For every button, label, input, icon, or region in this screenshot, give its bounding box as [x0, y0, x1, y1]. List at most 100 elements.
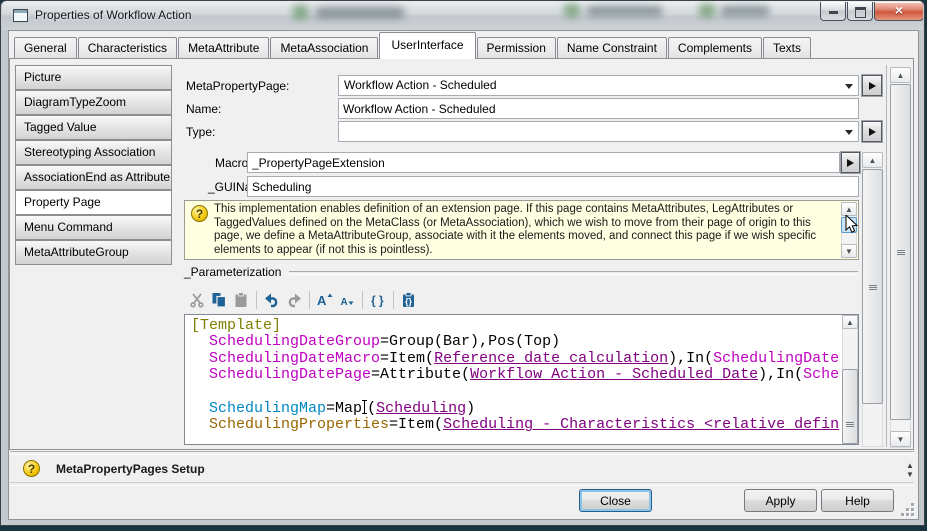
help-status-icon: ?	[23, 460, 40, 477]
desktop-glimpse	[699, 4, 715, 17]
play-icon	[869, 128, 876, 136]
sidebar-item-associationend-as-attribute[interactable]: AssociationEnd as Attribute	[15, 165, 172, 190]
sidebar-item-metaattributegroup[interactable]: MetaAttributeGroup	[15, 240, 172, 265]
pane-scrollbar-thumb[interactable]	[862, 169, 883, 404]
triangle-down-icon: ▼	[842, 245, 856, 259]
code-editor[interactable]: [Template] SchedulingDateGroup=Group(Bar…	[184, 314, 859, 445]
tab-permission[interactable]: Permission	[477, 37, 556, 59]
type-combo[interactable]	[338, 121, 859, 142]
font-decrease-icon[interactable]: A	[336, 289, 358, 311]
tab-complements[interactable]: Complements	[668, 37, 762, 59]
tab-name-constraint[interactable]: Name Constraint	[557, 37, 667, 59]
desktop-glimpse	[293, 5, 308, 19]
macro-detail-button[interactable]	[841, 152, 860, 173]
sidebar-item-stereotyping-association[interactable]: Stereotyping Association	[15, 140, 172, 165]
code-toolbar: AA { } {}	[186, 288, 420, 312]
metapropertypage-label: MetaPropertyPage:	[186, 79, 289, 93]
code-text: (	[367, 400, 376, 417]
code-text: ),In(	[668, 350, 713, 367]
close-button[interactable]: Close	[579, 489, 652, 512]
footer-divider	[10, 482, 914, 486]
triangle-up-icon: ▲	[843, 316, 857, 330]
code-link[interactable]: Reference date calculation	[434, 350, 668, 367]
status-scroll-down[interactable]: ▼	[905, 471, 915, 479]
code-text: =Map	[326, 400, 362, 417]
info-scroll-down-button[interactable]: ▼	[841, 244, 857, 258]
metapropertypage-detail-button[interactable]	[862, 75, 882, 96]
sidebar-item-tagged-value[interactable]: Tagged Value	[15, 115, 172, 140]
page-scroll-down-button[interactable]: ▼	[890, 431, 911, 447]
name-input[interactable]	[338, 98, 859, 119]
sidebar-item-diagramtypezoom[interactable]: DiagramTypeZoom	[15, 90, 172, 115]
code-link[interactable]: Scheduling	[376, 400, 466, 417]
pane-scroll-up-button[interactable]: ▲	[862, 152, 883, 168]
tab-general[interactable]: General	[14, 37, 77, 59]
tab-userinterface[interactable]: UserInterface	[379, 32, 475, 59]
code-link[interactable]: Scheduling - Characteristics <relative d…	[443, 416, 839, 433]
svg-text:{}: {}	[405, 297, 413, 307]
code-text	[191, 366, 209, 383]
maximize-button[interactable]	[847, 2, 873, 21]
page-scrollbar-thumb[interactable]	[890, 84, 911, 420]
properties-dialog: Properties of Workflow Action × GeneralC…	[0, 0, 925, 526]
sidebar-item-picture[interactable]: Picture	[15, 65, 172, 90]
desktop-glimpse	[587, 6, 662, 16]
apply-button[interactable]: Apply	[744, 489, 817, 512]
sidebar-item-menu-command[interactable]: Menu Command	[15, 215, 172, 240]
minimize-button[interactable]	[820, 2, 846, 21]
tab-metaattribute[interactable]: MetaAttribute	[178, 37, 269, 59]
code-text: [Template]	[191, 318, 281, 334]
info-scroll-up-button[interactable]: ▲	[841, 202, 857, 216]
toolbar-separator	[256, 291, 257, 309]
title-bar[interactable]: Properties of Workflow Action ×	[2, 1, 923, 30]
braces-icon[interactable]: { }	[367, 289, 389, 311]
paste-icon	[230, 289, 252, 311]
chevron-down-icon	[845, 130, 853, 135]
close-icon: ×	[875, 2, 923, 19]
macro-input[interactable]	[247, 152, 840, 173]
help-button[interactable]: Help	[821, 489, 894, 512]
paste-template-icon[interactable]: {}	[398, 289, 420, 311]
font-increase-icon[interactable]: A	[314, 289, 336, 311]
code-text: SchedulingProperties	[209, 416, 389, 433]
code-text	[191, 350, 209, 367]
tab-texts[interactable]: Texts	[763, 37, 811, 59]
code-line: SchedulingProperties=Item(Scheduling - C…	[191, 417, 840, 433]
metapropertypage-combo[interactable]: Workflow Action - Scheduled	[338, 75, 859, 96]
code-line: SchedulingDatePage=Attribute(Workflow Ac…	[191, 367, 840, 383]
code-link[interactable]: Workflow Action - Scheduled Date	[470, 366, 758, 383]
status-scroll-up[interactable]: ▲	[905, 462, 915, 470]
status-text: MetaPropertyPages Setup	[56, 462, 205, 476]
code-text: SchedulingDate	[713, 350, 839, 367]
desktop-glimpse	[564, 4, 580, 17]
undo-icon[interactable]	[261, 289, 283, 311]
code-text	[191, 333, 209, 350]
guiname-input[interactable]	[247, 176, 859, 197]
page-scroll-up-button[interactable]: ▲	[890, 67, 911, 83]
sidebar-item-property-page[interactable]: Property Page	[15, 190, 172, 215]
triangle-up-icon: ▲	[891, 68, 910, 83]
code-line: SchedulingDateMacro=Item(Reference date …	[191, 351, 840, 367]
grip-icon	[897, 250, 905, 251]
code-scroll-up-button[interactable]: ▲	[842, 315, 858, 329]
triangle-down-icon: ▼	[891, 432, 910, 447]
maximize-icon	[855, 7, 866, 18]
mouse-cursor	[845, 215, 861, 235]
close-button[interactable]: ×	[874, 2, 923, 21]
desktop-glimpse	[721, 6, 769, 16]
type-detail-button[interactable]	[862, 121, 882, 142]
parameterization-label: _Parameterization	[184, 265, 281, 279]
code-scrollbar-thumb[interactable]	[842, 369, 858, 444]
tab-characteristics[interactable]: Characteristics	[78, 37, 177, 59]
copy-icon[interactable]	[208, 289, 230, 311]
grip-icon	[869, 285, 877, 286]
play-icon	[869, 82, 876, 90]
code-text: =Group(Bar),Pos(Top)	[380, 333, 560, 350]
toolbar-separator	[362, 291, 363, 309]
window-title: Properties of Workflow Action	[35, 8, 192, 22]
code-text: SchedulingDateMacro	[209, 350, 380, 367]
tab-metaassociation[interactable]: MetaAssociation	[270, 37, 378, 59]
group-divider	[289, 271, 858, 275]
code-line: [Template]	[191, 318, 840, 334]
play-icon	[847, 159, 854, 167]
